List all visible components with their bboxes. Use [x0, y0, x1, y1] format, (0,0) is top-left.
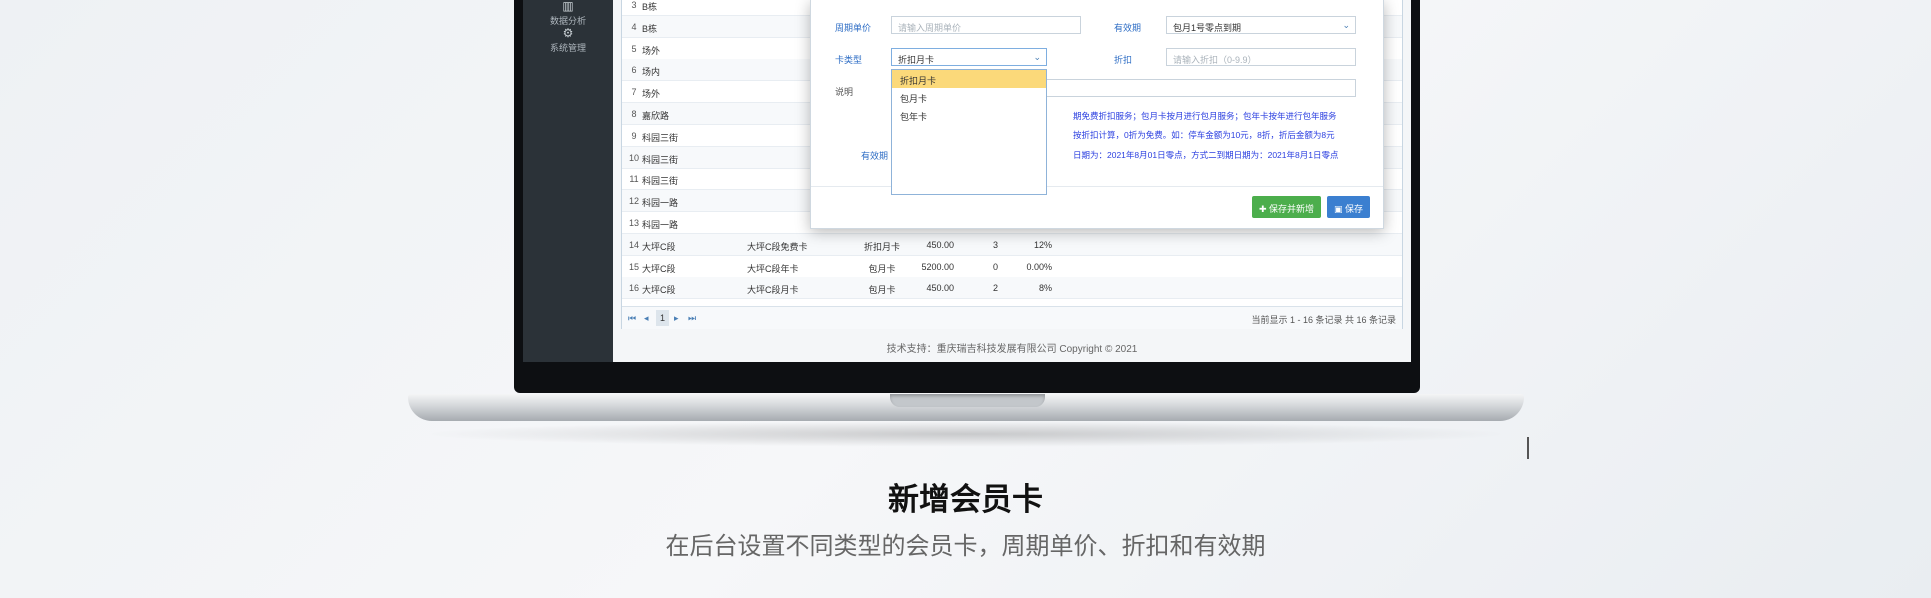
validity-select[interactable]: 包月1号零点到期 ⌄: [1166, 16, 1356, 34]
sidebar-item-data-analysis[interactable]: ▥ 数据分析: [523, 0, 613, 27]
dropdown-option[interactable]: 包月卡: [892, 88, 1046, 106]
row-number: 7: [631, 87, 637, 98]
validity-value: 包月1号零点到期: [1173, 23, 1242, 33]
table-cell: 8%: [1038, 283, 1052, 294]
discount-input[interactable]: 请输入折扣（0-9.9）: [1166, 48, 1356, 66]
add-member-card-modal: 周期单价 请输入周期单价 有效期 包月1号零点到期 ⌄ 卡类型 折扣月卡 ⌄ 折…: [810, 0, 1384, 229]
last-page-button[interactable]: ⏭: [688, 313, 696, 324]
row-number: 3: [631, 0, 637, 10]
table-cell: 5200.00: [921, 261, 954, 272]
page-title: 新增会员卡: [888, 482, 1043, 517]
table-cell: 2: [992, 283, 998, 294]
table-cell: 大坪C段免费卡: [747, 241, 808, 252]
table-cell: 场外: [642, 89, 661, 100]
footer-copyright: 技术支持：重庆瑞吉科技发展有限公司 Copyright © 2021: [886, 344, 1138, 355]
chevron-down-icon: ⌄: [1342, 20, 1350, 30]
chevron-down-icon: ⌄: [1033, 52, 1041, 62]
prev-page-button[interactable]: ◂: [644, 313, 649, 324]
table-cell: 科园三街: [642, 176, 679, 187]
card-type-value: 折扣月卡: [898, 55, 935, 65]
first-page-button[interactable]: ⏮: [628, 313, 636, 324]
table-cell: 12%: [1033, 239, 1052, 250]
decorative-line: [1527, 437, 1529, 459]
table-cell: 嘉欣路: [642, 111, 670, 121]
help-note-validity: 日期为：2021年8月01日零点，方式二到期日期为：2021年8月1日零点: [1073, 150, 1339, 160]
sidebar-item-label: 数据分析: [549, 16, 586, 26]
table-cell: 科园一路: [642, 198, 679, 209]
table-cell: 0: [992, 261, 998, 272]
table-cell: 3: [992, 239, 998, 250]
table-cell: 0.00%: [1026, 261, 1052, 272]
table-row[interactable]: 14 大坪C段 大坪C段免费卡 折扣月卡 450.00 3 12%: [622, 233, 1402, 256]
row-divider: [622, 298, 1402, 300]
row-number: 11: [629, 174, 639, 185]
period-price-label: 周期单价: [835, 23, 872, 33]
description-label: 说明: [835, 87, 854, 97]
row-number: 6: [631, 65, 637, 76]
table-row[interactable]: 16 大坪C段 大坪C段月卡 包月卡 450.00 2 8%: [622, 277, 1402, 300]
row-number: 4: [631, 21, 637, 32]
period-price-input[interactable]: 请输入周期单价: [891, 16, 1081, 34]
table-cell: 折扣月卡: [863, 241, 900, 252]
table-cell: 科园三街: [642, 132, 679, 143]
page-subtitle: 在后台设置不同类型的会员卡，周期单价、折扣和有效期: [665, 533, 1266, 560]
chart-icon: ▥: [562, 0, 574, 13]
validity-help-label: 有效期: [861, 151, 889, 161]
table-cell: 大坪C段: [642, 285, 676, 296]
pagination-bar: ⏮ ◂ 1 ▸ ⏭ 当前显示 1 - 16 条记录 共 16 条记录: [622, 306, 1402, 329]
row-number: 13: [628, 218, 639, 228]
row-number: 10: [628, 152, 639, 163]
table-row[interactable]: 15 大坪C段 大坪C段年卡 包月卡 5200.00 0 0.00%: [622, 256, 1402, 278]
laptop-shadow: [420, 421, 1512, 447]
row-number: 8: [631, 109, 637, 119]
row-number: 5: [631, 43, 637, 54]
validity-label: 有效期: [1114, 23, 1142, 33]
dropdown-option[interactable]: 折扣月卡: [892, 70, 1046, 88]
table-cell: B栋: [642, 2, 658, 12]
table-cell: 包月卡: [868, 285, 896, 296]
page-number-button[interactable]: 1: [656, 310, 670, 326]
table-cell: 科园三街: [642, 154, 679, 165]
dropdown-option[interactable]: 包年卡: [892, 106, 1046, 124]
table-cell: 包月卡: [868, 263, 896, 274]
sidebar-item-label: 系统管理: [549, 43, 586, 53]
table-cell: 450.00: [926, 239, 954, 250]
row-number: 14: [628, 239, 639, 250]
help-note-card-type: 期免费折扣服务；包月卡按月进行包月服务；包年卡按年进行包年服务: [1073, 111, 1337, 121]
row-number: 9: [631, 130, 637, 141]
row-number: 16: [628, 283, 639, 294]
gear-icon: ⚙: [562, 26, 574, 40]
help-note-discount: 按折扣计算，0折为免费。如：停车金额为10元，8折，折后金额为8元: [1073, 130, 1335, 140]
save-button[interactable]: ▣ 保存: [1327, 196, 1371, 218]
table-cell: 大坪C段月卡: [747, 285, 799, 296]
card-type-dropdown: 折扣月卡 包月卡 包年卡: [891, 69, 1047, 195]
next-page-button[interactable]: ▸: [674, 313, 679, 324]
main-content: 3 B栋 4 B栋 5 场外 6 场内 7 场外 8 嘉欣路 9 科园三街 10 科园三街 11 科园三街 12 科园…: [613, 0, 1411, 362]
laptop-screen: ▥ 数据分析 ⚙ 系统管理 3 B栋 4 B栋 5 场外 6 场内 7 场外 8 嘉欣路 9 科园三街 10…: [523, 0, 1411, 362]
table-cell: B栋: [642, 23, 658, 34]
sidebar: ▥ 数据分析 ⚙ 系统管理: [523, 0, 613, 362]
discount-label: 折扣: [1114, 55, 1133, 65]
table-cell: 大坪C段: [642, 263, 676, 274]
table-cell: 场内: [642, 67, 661, 78]
sidebar-item-system-management[interactable]: ⚙ 系统管理: [523, 27, 613, 54]
save-and-new-button[interactable]: ✚ 保存并新增: [1252, 196, 1322, 218]
record-summary: 当前显示 1 - 16 条记录 共 16 条记录: [1251, 315, 1396, 325]
table-cell: 大坪C段: [642, 241, 676, 252]
card-type-label: 卡类型: [835, 55, 863, 65]
table-cell: 450.00: [926, 283, 954, 294]
row-number: 12: [628, 196, 639, 207]
laptop-notch: [890, 394, 1045, 407]
card-type-select[interactable]: 折扣月卡 ⌄: [891, 48, 1047, 66]
row-number: 15: [628, 261, 639, 272]
table-cell: 场外: [642, 45, 661, 56]
table-cell: 大坪C段年卡: [747, 263, 799, 274]
table-cell: 科园一路: [642, 220, 679, 230]
